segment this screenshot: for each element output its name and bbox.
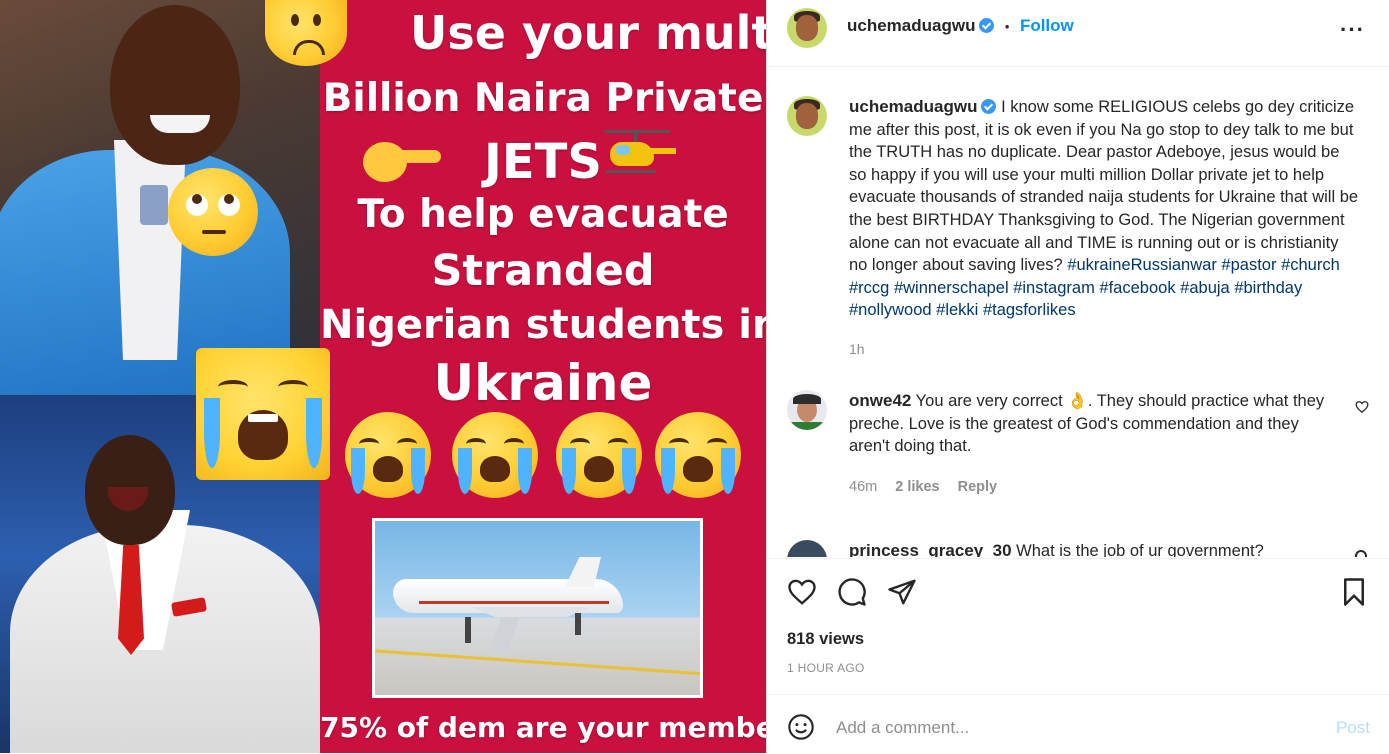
comment-item: onwe42 You are very correct 👌. They shou… [849, 390, 1329, 458]
post-header: uchemaduagwu • Follow ··· [767, 0, 1389, 67]
author-avatar[interactable] [787, 8, 827, 48]
hashtag-link[interactable]: #facebook [1099, 279, 1175, 297]
hashtag-link[interactable]: #abuja [1180, 279, 1230, 297]
comment-meta: 46m 2 likes Reply [849, 479, 997, 495]
pointing-hand-icon [363, 138, 441, 184]
image-headline-line-6: Nigerian students in [320, 302, 766, 348]
post-actions: 818 views 1 HOUR AGO [767, 558, 1389, 696]
comment-input[interactable]: Add a comment... [836, 718, 1296, 738]
hashtag-link[interactable]: #church [1281, 256, 1340, 274]
hashtag-link[interactable]: #lekki [936, 301, 978, 319]
hashtag-link[interactable]: #instagram [1013, 279, 1095, 297]
comment-username[interactable]: princess_gracey_30 [849, 541, 1012, 557]
comment-item: princess_gracey_30 What is the job of ur… [849, 540, 1329, 557]
post-image[interactable]: Use your multi Billion Naira Private JET… [0, 0, 766, 753]
comment-like-heart-icon[interactable] [1355, 550, 1367, 557]
sad-face-emoji-icon [265, 0, 347, 66]
comment-reply-button[interactable]: Reply [958, 479, 998, 495]
hashtag-link[interactable]: #rccg [849, 279, 889, 297]
comment-likes[interactable]: 2 likes [895, 479, 939, 495]
post-caption: uchemaduagwu I know some RELIGIOUS celeb… [849, 96, 1359, 322]
caption-verified-badge-icon [981, 99, 997, 114]
views-count[interactable]: 818 views [787, 630, 864, 649]
save-bookmark-icon[interactable] [1341, 577, 1367, 607]
commenter-avatar[interactable] [787, 540, 827, 557]
post-side-panel: uchemaduagwu • Follow ··· uchemaduagwu I… [766, 0, 1389, 753]
comment-text: You are very correct 👌. They should prac… [849, 392, 1325, 456]
post-comment-button[interactable]: Post [1336, 718, 1370, 738]
like-heart-icon[interactable] [787, 577, 817, 607]
comment-bubble-icon[interactable] [837, 577, 867, 607]
more-options-icon[interactable]: ··· [1340, 19, 1365, 41]
image-headline-line-1: Use your multi [410, 6, 766, 60]
image-footer-text: 75% of dem are your members [320, 711, 766, 744]
loudly-crying-emoji-icon-1 [345, 412, 431, 498]
post-timestamp[interactable]: 1 HOUR AGO [787, 661, 865, 675]
hashtag-link[interactable]: #winnerschapel [894, 279, 1009, 297]
hashtag-link[interactable]: #tagsforlikes [983, 301, 1076, 319]
hashtag-link[interactable]: #pastor [1221, 256, 1276, 274]
loudly-crying-emoji-icon-3 [556, 412, 642, 498]
author-username[interactable]: uchemaduagwu [847, 16, 975, 35]
share-paper-plane-icon[interactable] [887, 577, 917, 607]
image-headline-line-5: Stranded [431, 246, 655, 296]
comment-time[interactable]: 46m [849, 479, 877, 495]
loudly-crying-emoji-icon-4 [655, 412, 741, 498]
comment-username[interactable]: onwe42 [849, 391, 911, 410]
image-headline-line-7: Ukraine [433, 354, 653, 412]
hashtag-link[interactable]: #nollywood [849, 301, 932, 319]
crying-face-emoji-icon [196, 348, 330, 480]
helicopter-icon [598, 128, 678, 180]
caption-text: I know some RELIGIOUS celebs go dey crit… [849, 98, 1359, 275]
image-headline-line-2: Billion Naira Private [322, 76, 764, 121]
eye-roll-emoji-icon [168, 168, 258, 256]
caption-username[interactable]: uchemaduagwu [849, 97, 977, 116]
private-jet-photo [372, 518, 703, 698]
hashtag-link[interactable]: #ukraineRussianwar [1067, 256, 1217, 274]
comment-item-clipped: princess_gracey_30 What is the job of ur… [767, 534, 1389, 557]
caption-time[interactable]: 1h [849, 341, 865, 357]
comment-like-heart-icon[interactable] [1355, 400, 1371, 416]
header-separator: • [1004, 19, 1010, 34]
follow-button[interactable]: Follow [1020, 16, 1074, 35]
hashtag-link[interactable]: #birthday [1234, 279, 1302, 297]
commenter-avatar[interactable] [787, 390, 827, 430]
verified-badge-icon [979, 18, 995, 33]
loudly-crying-emoji-icon-2 [452, 412, 538, 498]
photo-pastor-blue-suit [0, 0, 320, 395]
caption-author-avatar[interactable] [787, 96, 827, 136]
add-comment-bar: Add a comment... Post [767, 694, 1389, 754]
comment-text: What is the job of ur government? [1016, 542, 1264, 557]
image-headline-line-4: To help evacuate [357, 192, 729, 237]
emoji-picker-icon[interactable] [787, 713, 815, 741]
